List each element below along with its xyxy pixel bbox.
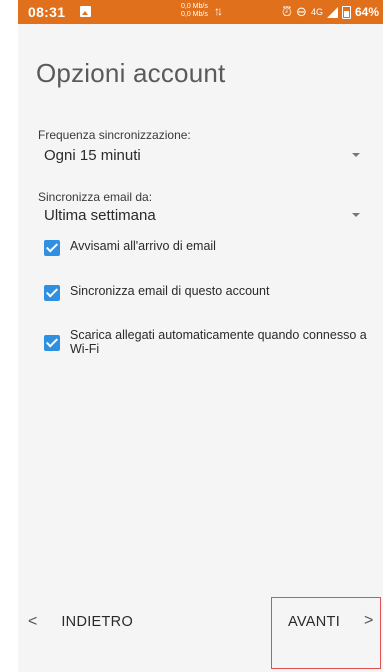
battery-percent: 64%	[354, 5, 379, 19]
back-button-label: INDIETRO	[61, 614, 134, 630]
screen: 08:31 0,0 Mb/s 0,0 Mb/s ↑↓ ⏰︎ ⊖ 4G 64% O…	[18, 0, 383, 672]
checkbox-checked-icon[interactable]	[44, 285, 60, 301]
sync-account-checkbox-row[interactable]: Sincronizza email di questo account	[44, 284, 374, 301]
notify-email-label: Avvisami all'arrivo di email	[70, 239, 216, 253]
sync-frequency-dropdown[interactable]: Ogni 15 minuti	[38, 145, 360, 167]
sync-frequency-label: Frequenza sincronizzazione:	[38, 128, 191, 142]
download-attachments-label: Scarica allegati automaticamente quando …	[70, 328, 367, 356]
network-speed: 0,0 Mb/s 0,0 Mb/s	[181, 3, 208, 19]
status-bar: 08:31 0,0 Mb/s 0,0 Mb/s ↑↓ ⏰︎ ⊖ 4G 64%	[18, 0, 383, 24]
speed-down: 0,0 Mb/s	[181, 11, 208, 18]
speed-up: 0,0 Mb/s	[181, 3, 208, 10]
back-button[interactable]: < INDIETRO	[28, 611, 133, 633]
network-type: 4G	[310, 7, 323, 17]
dnd-icon: ⊖	[296, 4, 307, 19]
chevron-right-icon: >	[364, 612, 374, 629]
next-button[interactable]: AVANTI >	[271, 597, 381, 669]
status-time: 08:31	[28, 4, 66, 20]
chevron-left-icon: <	[28, 613, 38, 630]
sync-email-from-dropdown[interactable]: Ultima settimana	[38, 205, 360, 227]
dropdown-arrow-icon	[352, 153, 360, 157]
battery-icon	[341, 5, 351, 19]
status-icons: ⏰︎ ⊖ 4G 64%	[282, 4, 379, 20]
sync-frequency-value: Ogni 15 minuti	[44, 147, 141, 164]
signal-icon	[326, 6, 338, 18]
checkbox-checked-icon[interactable]	[44, 335, 60, 351]
transfer-arrows-icon: ↑↓	[214, 4, 223, 18]
dropdown-arrow-icon	[352, 213, 360, 217]
next-button-label: AVANTI	[288, 614, 341, 630]
page-title: Opzioni account	[36, 58, 226, 88]
alarm-icon: ⏰︎	[281, 4, 293, 19]
sync-email-from-value: Ultima settimana	[44, 207, 156, 224]
sync-email-from-label: Sincronizza email da:	[38, 190, 153, 204]
notify-email-checkbox-row[interactable]: Avvisami all'arrivo di email	[44, 239, 374, 256]
image-icon	[80, 6, 91, 17]
checkbox-checked-icon[interactable]	[44, 240, 60, 256]
sync-account-label: Sincronizza email di questo account	[70, 284, 270, 298]
download-attachments-checkbox-row[interactable]: Scarica allegati automaticamente quando …	[44, 328, 374, 356]
